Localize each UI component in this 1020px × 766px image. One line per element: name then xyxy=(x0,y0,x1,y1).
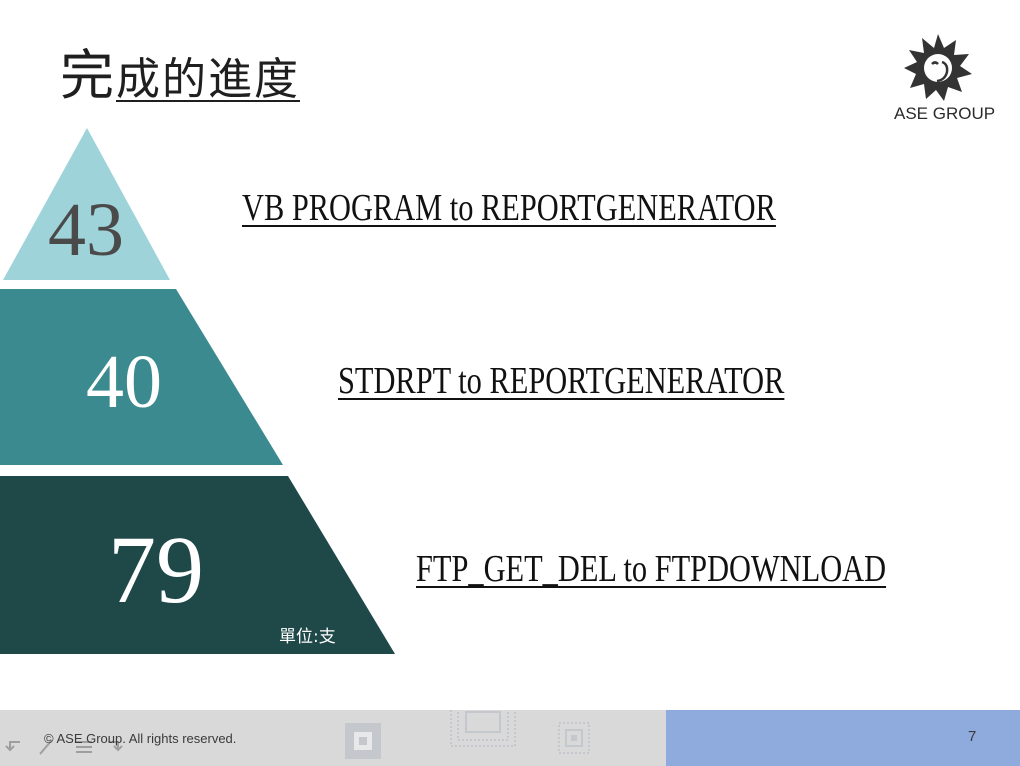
copyright-text: © ASE Group. All rights reserved. xyxy=(44,731,237,746)
footer-right-band xyxy=(666,710,1020,766)
page-number: 7 xyxy=(968,728,977,745)
tier-value-3: 79 xyxy=(108,516,204,623)
unit-label: 單位:支 xyxy=(279,627,336,647)
footer-deco-grid-icon xyxy=(558,722,590,754)
logo-text: ASE GROUP xyxy=(894,104,996,123)
footer-deco-square-icon xyxy=(345,723,381,759)
tier-value-1: 43 xyxy=(48,188,124,272)
tier-label-3: FTP_GET_DEL to FTPDOWNLOAD xyxy=(416,548,887,590)
tier-label-2: STDRPT to REPORTGENERATOR xyxy=(338,360,785,402)
tier-value-2: 40 xyxy=(86,340,162,424)
back-arrow-icon[interactable] xyxy=(5,741,20,752)
pyramid-chart xyxy=(0,128,395,654)
slide-footer: © ASE Group. All rights reserved. 7 xyxy=(0,710,1020,766)
footer-deco-frame-icon xyxy=(450,710,516,747)
tier-label-1: VB PROGRAM to REPORTGENERATOR xyxy=(242,187,776,229)
